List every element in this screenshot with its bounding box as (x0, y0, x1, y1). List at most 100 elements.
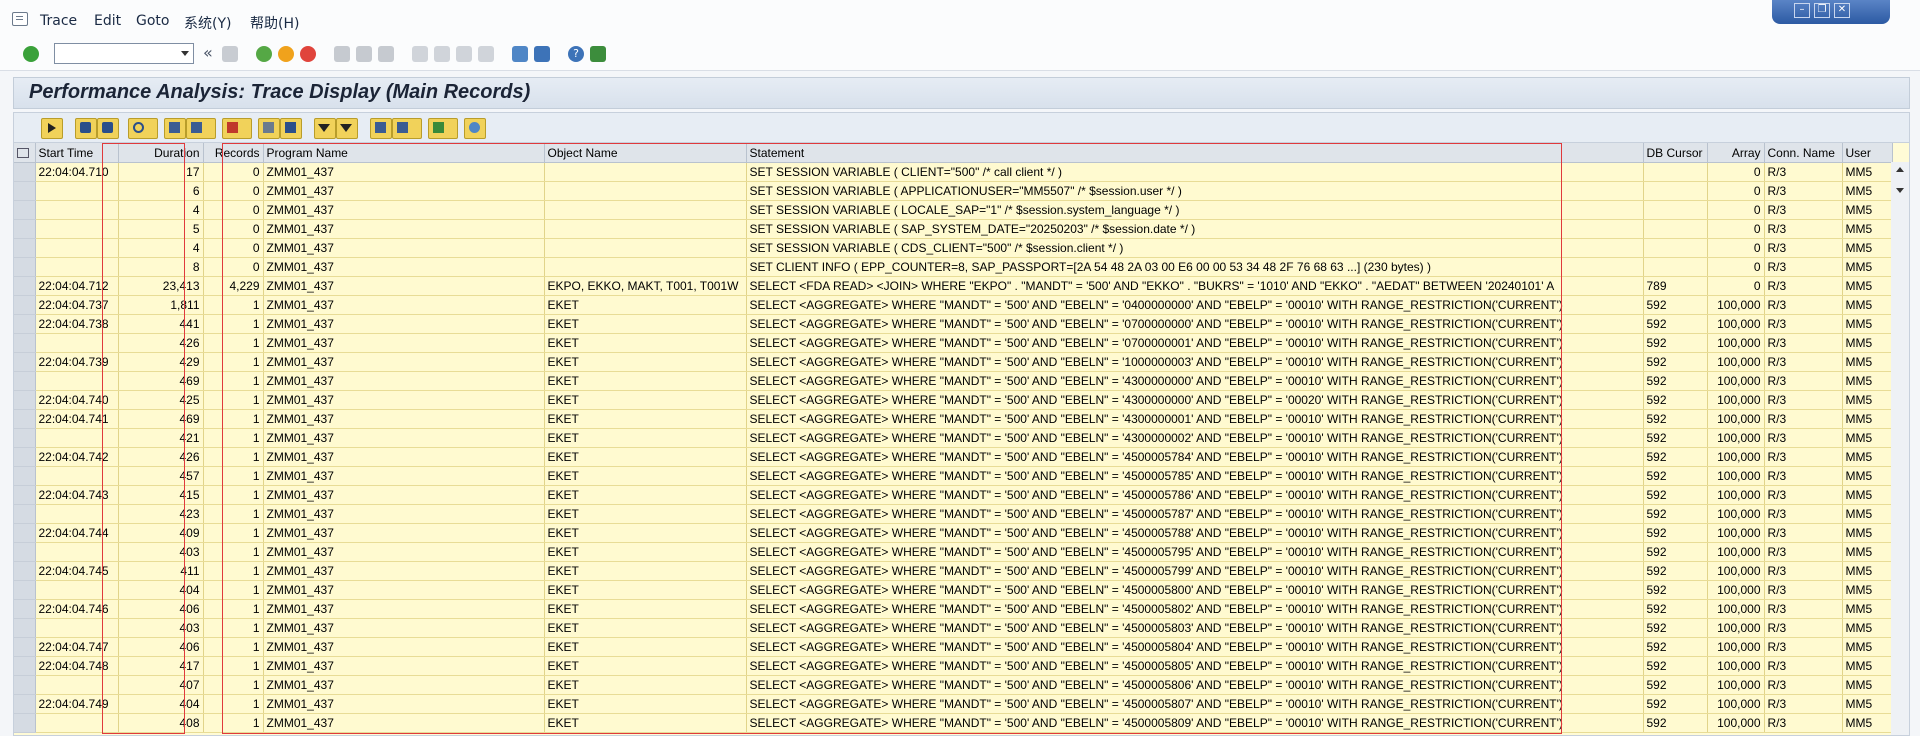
table-row[interactable]: 22:04:04.749 404 1 ZMM01_437 EKET SELECT <AGG… (14, 694, 1893, 714)
table-row[interactable]: 22:04:04.738 441 1 ZMM01_437 EKET SELECT <AGG… (14, 314, 1893, 334)
row-selector[interactable] (14, 390, 36, 410)
help-icon[interactable]: ? (568, 46, 584, 62)
expand-button[interactable] (314, 118, 336, 139)
menu-edit[interactable]: Edit (94, 13, 121, 29)
column-header-duration[interactable]: Duration (118, 143, 204, 163)
row-selector[interactable] (14, 713, 36, 733)
row-selector[interactable] (14, 181, 36, 201)
row-selector[interactable] (14, 162, 36, 182)
row-selector[interactable] (14, 466, 36, 486)
shortcut-icon[interactable] (534, 46, 550, 62)
find-button[interactable] (75, 118, 97, 139)
cancel-icon[interactable] (300, 46, 316, 62)
row-selector[interactable] (14, 656, 36, 676)
table-row[interactable]: 22:04:04.740 425 1 ZMM01_437 EKET SELECT <AGG… (14, 390, 1893, 410)
table-row[interactable]: 8 0 ZMM01_437 SET CLIENT INFO ( EPP_COUNTER… (14, 257, 1893, 277)
row-selector[interactable] (14, 618, 36, 638)
new-session-icon[interactable] (512, 46, 528, 62)
row-selector[interactable] (14, 428, 36, 448)
column-header-start-time[interactable]: Start Time (35, 143, 119, 163)
row-selector[interactable] (14, 561, 36, 581)
row-selector[interactable] (14, 371, 36, 391)
table-row[interactable]: 408 1 ZMM01_437 EKET SELECT <AGGREGATE> WHER… (14, 713, 1893, 733)
row-selector[interactable] (14, 352, 36, 372)
menu-icon[interactable] (12, 12, 28, 26)
table-row[interactable]: 22:04:04.739 429 1 ZMM01_437 EKET SELECT <AGG… (14, 352, 1893, 372)
enter-icon[interactable] (23, 46, 39, 62)
table-row[interactable]: 404 1 ZMM01_437 EKET SELECT <AGGREGATE> WHER… (14, 580, 1893, 600)
last-page-icon[interactable] (478, 46, 494, 62)
table-row[interactable]: 4 0 ZMM01_437 SET SESSION VARIABLE ( LOCALE… (14, 200, 1893, 220)
database-button[interactable] (464, 118, 486, 139)
table-row[interactable]: 5 0 ZMM01_437 SET SESSION VARIABLE ( SAP_SY… (14, 219, 1893, 239)
filter-button[interactable] (186, 118, 216, 139)
first-page-icon[interactable] (412, 46, 428, 62)
find-icon[interactable] (356, 46, 372, 62)
layout-menu-icon[interactable] (590, 46, 606, 62)
table-row[interactable]: 426 1 ZMM01_437 EKET SELECT <AGGREGATE> WHER… (14, 333, 1893, 353)
command-field[interactable] (54, 43, 194, 64)
next-page-icon[interactable] (456, 46, 472, 62)
print-icon[interactable] (334, 46, 350, 62)
table-row[interactable]: 22:04:04.743 415 1 ZMM01_437 EKET SELECT <AGG… (14, 485, 1893, 505)
column-header-program-name[interactable]: Program Name (263, 143, 545, 163)
row-selector[interactable] (14, 447, 36, 467)
restore-icon[interactable]: ❐ (1814, 3, 1830, 18)
previous-page-icon[interactable] (434, 46, 450, 62)
menu-help[interactable]: 帮助(H) (250, 13, 299, 33)
export-button[interactable] (258, 118, 280, 139)
row-selector[interactable] (14, 219, 36, 239)
menu-goto[interactable]: Goto (136, 13, 169, 29)
row-selector[interactable] (14, 314, 36, 334)
scroll-up-icon[interactable] (1896, 167, 1904, 172)
scroll-down-icon[interactable] (1896, 188, 1904, 193)
table-row[interactable]: 22:04:04.742 426 1 ZMM01_437 EKET SELECT <AGG… (14, 447, 1893, 467)
table-row[interactable]: 22:04:04.710 17 0 ZMM01_437 SET SESSION VARI… (14, 162, 1893, 182)
row-selector[interactable] (14, 295, 36, 315)
table-row[interactable]: 469 1 ZMM01_437 EKET SELECT <AGGREGATE> WHER… (14, 371, 1893, 391)
column-header-records[interactable]: Records (203, 143, 264, 163)
column-header-array[interactable]: Array (1707, 143, 1765, 163)
execute-button[interactable] (41, 118, 63, 139)
abap-source-button[interactable] (392, 118, 422, 139)
column-header-db-cursor[interactable]: DB Cursor (1643, 143, 1708, 163)
minimize-icon[interactable]: – (1794, 3, 1810, 18)
table-row[interactable]: 423 1 ZMM01_437 EKET SELECT <AGGREGATE> WHER… (14, 504, 1893, 524)
exit-icon[interactable] (278, 46, 294, 62)
table-row[interactable]: 403 1 ZMM01_437 EKET SELECT <AGGREGATE> WHER… (14, 542, 1893, 562)
row-selector[interactable] (14, 675, 36, 695)
find-next-button[interactable] (97, 118, 119, 139)
row-selector[interactable] (14, 409, 36, 429)
table-row[interactable]: 22:04:04.747 406 1 ZMM01_437 EKET SELECT <AGG… (14, 637, 1893, 657)
expand-all-button[interactable] (336, 118, 358, 139)
table-row[interactable]: 22:04:04.741 469 1 ZMM01_437 EKET SELECT <AGG… (14, 409, 1893, 429)
sort-button[interactable] (222, 118, 252, 139)
table-row[interactable]: 403 1 ZMM01_437 EKET SELECT <AGGREGATE> WHER… (14, 618, 1893, 638)
column-header-statement[interactable]: Statement (746, 143, 1644, 163)
row-selector[interactable] (14, 580, 36, 600)
table-row[interactable]: 421 1 ZMM01_437 EKET SELECT <AGGREGATE> WHER… (14, 428, 1893, 448)
row-selector[interactable] (14, 238, 36, 258)
row-selector[interactable] (14, 200, 36, 220)
table-row[interactable]: 457 1 ZMM01_437 EKET SELECT <AGGREGATE> WHER… (14, 466, 1893, 486)
row-selector[interactable] (14, 485, 36, 505)
double-chevron-left-icon[interactable]: « (203, 45, 219, 62)
view-button[interactable] (428, 118, 458, 139)
summarize-button[interactable] (280, 118, 302, 139)
table-row[interactable]: 4 0 ZMM01_437 SET SESSION VARIABLE ( CDS_CL… (14, 238, 1893, 258)
row-selector[interactable] (14, 257, 36, 277)
row-selector[interactable] (14, 523, 36, 543)
column-header-user[interactable]: User (1842, 143, 1893, 163)
back-icon[interactable] (256, 46, 272, 62)
table-row[interactable]: 22:04:04.744 409 1 ZMM01_437 EKET SELECT <AGG… (14, 523, 1893, 543)
table-row[interactable]: 22:04:04.712 23,413 4,229 ZMM01_437 EKPO, EK… (14, 276, 1893, 296)
explain-button[interactable] (370, 118, 392, 139)
table-row[interactable]: 22:04:04.737 1,811 1 ZMM01_437 EKET SELECT <A… (14, 295, 1893, 315)
find-next-icon[interactable] (378, 46, 394, 62)
table-row[interactable]: 6 0 ZMM01_437 SET SESSION VARIABLE ( APPLIC… (14, 181, 1893, 201)
row-selector[interactable] (14, 599, 36, 619)
details-button[interactable] (128, 118, 158, 139)
table-row[interactable]: 407 1 ZMM01_437 EKET SELECT <AGGREGATE> WHER… (14, 675, 1893, 695)
choose-layout-button[interactable] (164, 118, 186, 139)
row-selector[interactable] (14, 504, 36, 524)
